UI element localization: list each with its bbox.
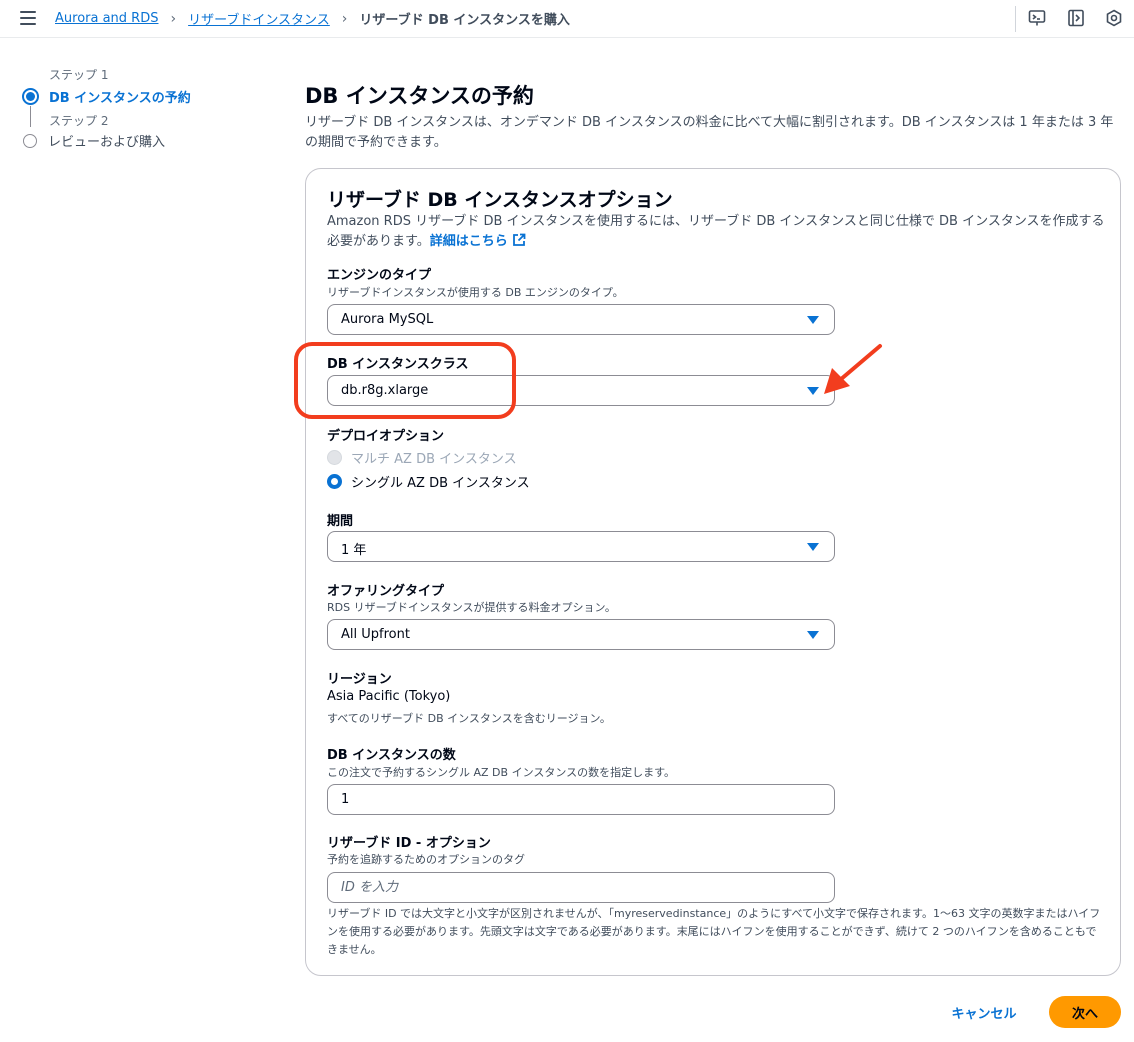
instance-count-hint: この注文で予約するシングル AZ DB インスタンスの数を指定します。 [327,766,676,779]
radio-multi-az-label: マルチ AZ DB インスタンス [351,452,517,467]
region-hint: すべてのリザーブド DB インスタンスを含むリージョン。 [327,712,611,725]
page-title: DB インスタンスの予約 [305,84,534,108]
caret-down-icon [807,316,819,324]
engine-type-label: エンジンのタイプ [327,268,432,283]
top-navigation-bar: Aurora and RDS › リザーブドインスタンス › リザーブド DB … [0,0,1134,38]
step-inactive-indicator-icon [23,133,37,148]
breadcrumb: Aurora and RDS › リザーブドインスタンス › リザーブド DB … [55,9,570,29]
settings-hex-icon[interactable] [1105,9,1123,27]
step-active-indicator-icon [22,88,39,105]
instance-class-select[interactable]: db.r8g.xlarge [327,375,835,406]
cloudshell-icon[interactable] [1028,9,1046,27]
step-1-number: ステップ 1 [49,68,109,82]
step-1[interactable]: DB インスタンスの予約 [22,87,191,106]
engine-type-value: Aurora MySQL [341,312,434,327]
chevron-right-icon: › [341,10,348,27]
region-value: Asia Pacific (Tokyo) [327,689,451,704]
toolbar-divider [1015,6,1016,32]
step-2-label: レビューおよび購入 [48,135,166,150]
reserved-id-hint: 予約を追跡するためのオプションのタグ [327,853,525,866]
radio-multi-az: マルチ AZ DB インスタンス [327,448,517,467]
offering-type-select[interactable]: All Upfront [327,619,835,650]
card-title: リザーブド DB インスタンスオプション [327,189,673,211]
instance-class-value: db.r8g.xlarge [341,383,429,398]
reserved-options-card: リザーブド DB インスタンスオプション Amazon RDS リザーブド DB… [305,168,1121,976]
radio-button-disabled [327,450,342,465]
engine-type-hint: リザーブドインスタンスが使用する DB エンジンのタイプ。 [327,286,624,299]
step-connector [30,106,31,127]
reserved-id-input[interactable] [327,872,835,903]
breadcrumb-aurora-and-rds[interactable]: Aurora and RDS [55,11,158,26]
instance-count-label: DB インスタンスの数 [327,748,456,763]
caret-down-icon [807,387,819,395]
wizard-steps: ステップ 1 DB インスタンスの予約 ステップ 2 レビューおよび購入 [22,66,191,150]
caret-down-icon [807,543,819,551]
instance-count-input[interactable] [327,784,835,815]
offering-type-hint: RDS リザーブドインスタンスが提供する料金オプション。 [327,601,616,614]
offering-type-label: オファリングタイプ [327,584,445,599]
next-button[interactable]: 次へ [1049,996,1121,1028]
offering-type-value: All Upfront [341,627,410,642]
cancel-button[interactable]: キャンセル [940,1000,1028,1024]
radio-button-checked[interactable] [327,474,342,489]
chevron-right-icon: › [170,10,177,27]
step-2-number: ステップ 2 [49,114,109,128]
breadcrumb-reserved-instances[interactable]: リザーブドインスタンス [188,9,330,28]
reserved-id-label: リザーブド ID - オプション [327,836,491,851]
notifications-panel-icon[interactable] [1067,9,1085,27]
instance-class-label: DB インスタンスクラス [327,357,469,372]
page-description: リザーブド DB インスタンスは、オンデマンド DB インスタンスの料金に比べて… [305,115,1114,150]
term-select[interactable]: 1 年 [327,531,835,562]
radio-single-az[interactable]: シングル AZ DB インスタンス [327,472,530,491]
term-value: 1 年 [341,543,367,558]
hamburger-menu-icon[interactable] [20,11,36,25]
region-label: リージョン [327,672,392,687]
external-link-icon[interactable] [512,233,526,247]
learn-more-link[interactable]: 詳細はこちら [430,234,508,249]
reserved-id-constraint-text: リザーブド ID では大文字と小文字が区別されませんが、「myreservedi… [327,907,1101,956]
breadcrumb-current: リザーブド DB インスタンスを購入 [359,13,570,28]
card-description: Amazon RDS リザーブド DB インスタンスを使用するには、リザーブド … [327,212,1107,252]
caret-down-icon [807,631,819,639]
engine-type-select[interactable]: Aurora MySQL [327,304,835,335]
deploy-option-label: デプロイオプション [327,429,445,444]
step-1-label: DB インスタンスの予約 [49,91,191,106]
term-label: 期間 [327,514,354,529]
step-2[interactable]: レビューおよび購入 [22,131,191,150]
radio-single-az-label[interactable]: シングル AZ DB インスタンス [351,472,530,491]
